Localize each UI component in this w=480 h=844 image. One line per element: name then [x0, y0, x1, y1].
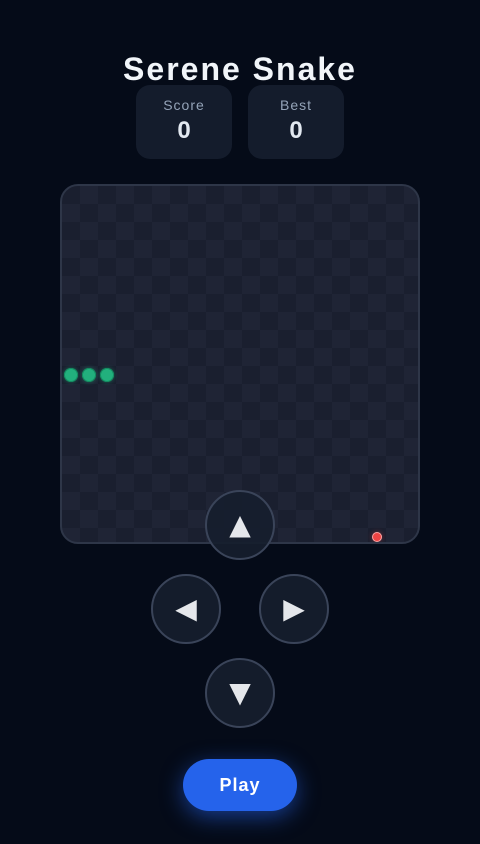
snake-segment: [82, 368, 96, 382]
food-pellet: [373, 533, 381, 541]
snake-segment: [64, 368, 78, 382]
game-title: Serene Snake: [123, 51, 357, 88]
play-button[interactable]: Play: [183, 759, 297, 811]
down-arrow-button[interactable]: ▼: [205, 658, 275, 728]
best-value: 0: [289, 117, 303, 144]
score-label: Score: [163, 97, 205, 113]
up-arrow-button[interactable]: ▲: [205, 490, 275, 560]
left-arrow-button[interactable]: ◀: [151, 574, 221, 644]
snake-head: [100, 368, 114, 382]
right-arrow-button[interactable]: ▶: [259, 574, 329, 644]
score-card: Score 0: [136, 85, 232, 159]
best-card: Best 0: [248, 85, 344, 159]
score-value: 0: [177, 117, 191, 144]
best-label: Best: [279, 97, 312, 113]
